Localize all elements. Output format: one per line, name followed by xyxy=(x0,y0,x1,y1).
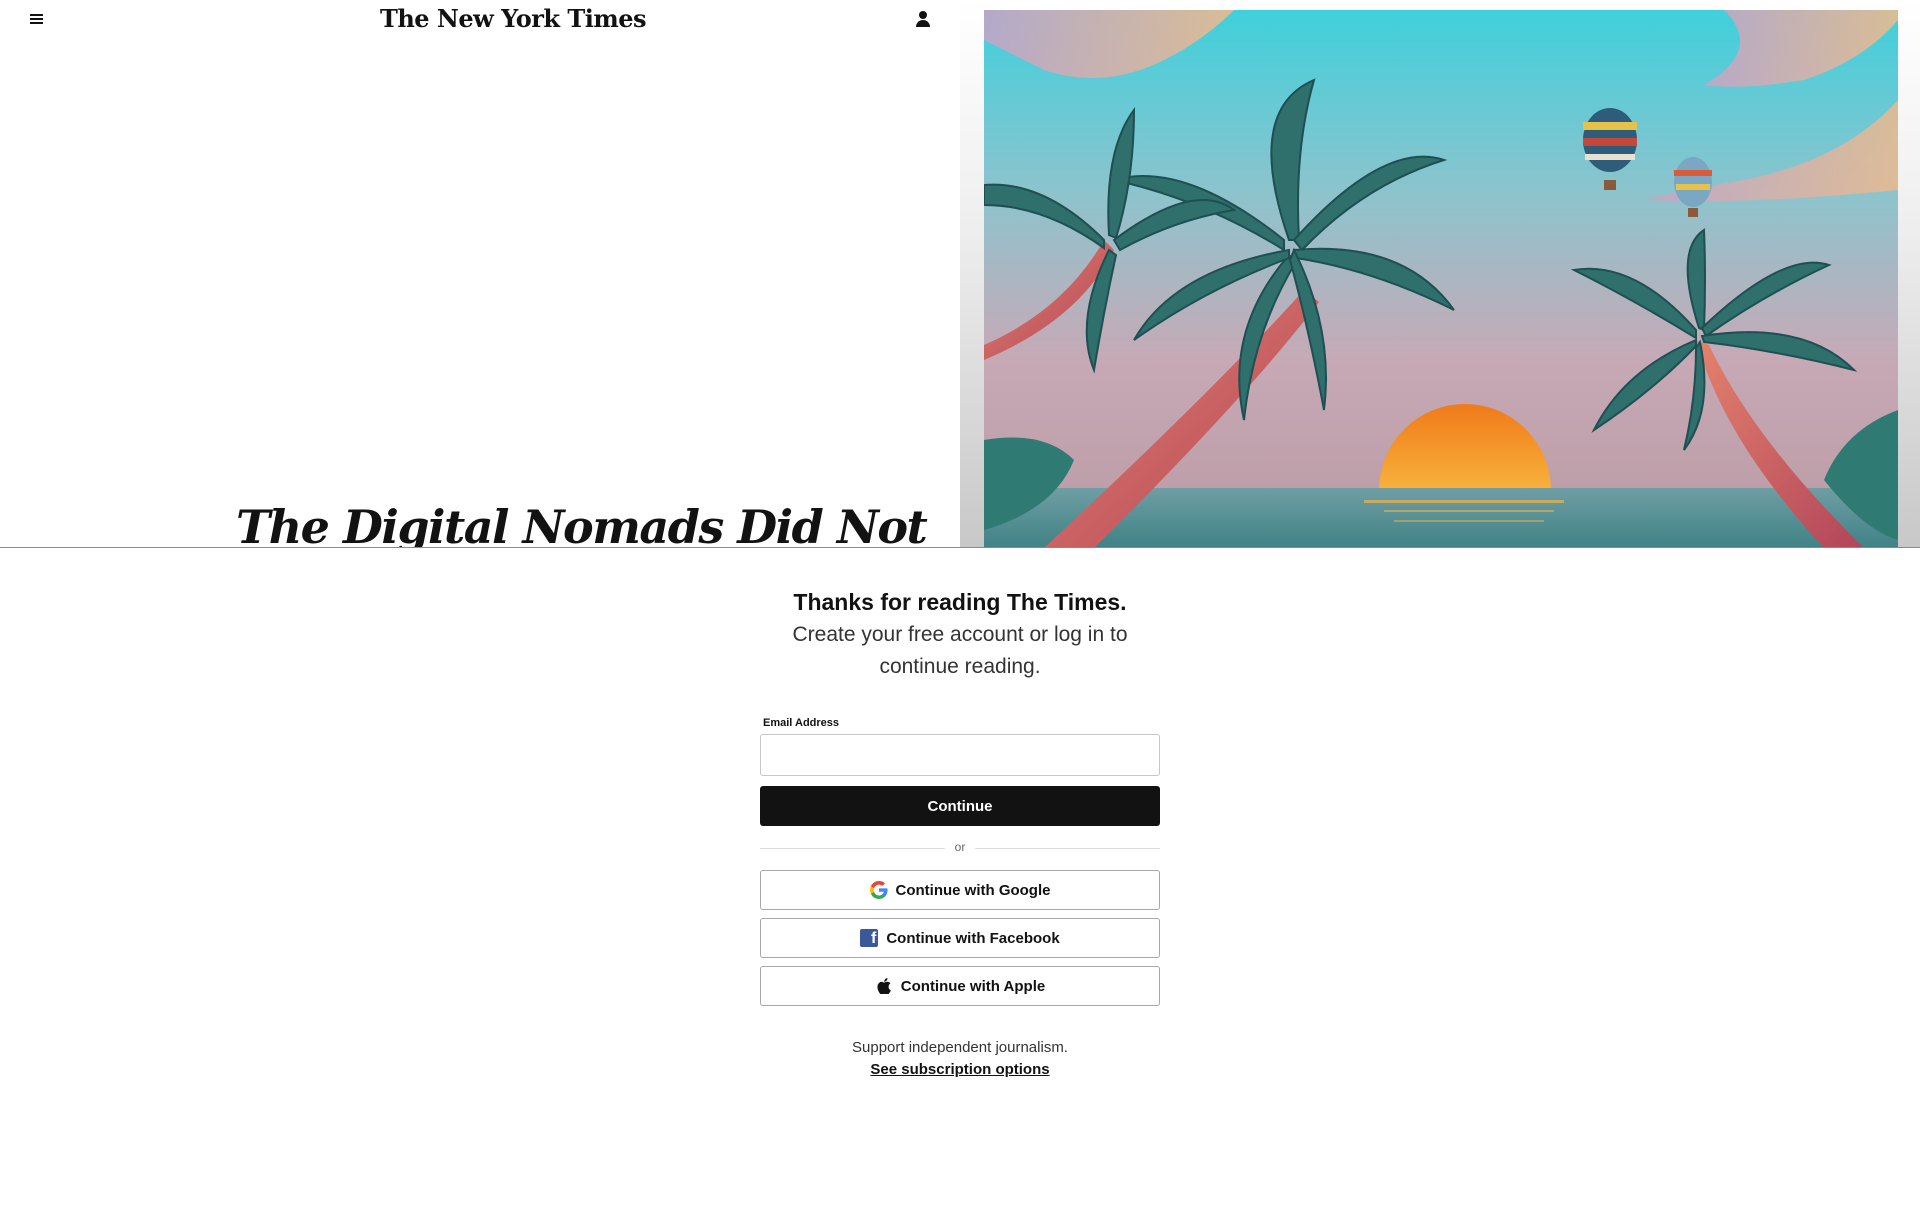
paywall-subtitle: Create your free account or log in to co… xyxy=(792,623,1128,678)
apple-button-label: Continue with Apple xyxy=(900,977,1046,995)
email-label: Email Address xyxy=(763,717,840,729)
support-text: Support independent journalism. xyxy=(852,1039,1068,1056)
menu-button[interactable] xyxy=(28,12,46,26)
google-button-label: Continue with Google xyxy=(895,881,1051,899)
apple-icon xyxy=(875,977,893,995)
subscription-options-link[interactable]: See subscription options xyxy=(0,1061,1920,1078)
nyt-logo[interactable]: The New York Times xyxy=(380,4,647,33)
facebook-button-label: Continue with Facebook xyxy=(886,929,1060,947)
hero-image xyxy=(984,10,1898,548)
or-text: or xyxy=(954,840,966,854)
continue-with-apple-button[interactable]: Continue with Apple xyxy=(760,966,1160,1006)
paywall-modal: Thanks for reading The Times. Create you… xyxy=(0,547,1920,1213)
or-divider: or xyxy=(760,838,1160,858)
email-field[interactable] xyxy=(760,734,1160,776)
article-headline: The Digital Nomads Did Not xyxy=(236,500,928,554)
continue-with-google-button[interactable]: Continue with Google xyxy=(760,870,1160,910)
paywall-title: Thanks for reading The Times. xyxy=(793,589,1127,615)
person-icon xyxy=(919,11,927,19)
continue-button[interactable]: Continue xyxy=(760,786,1160,826)
continue-with-facebook-button[interactable]: f Continue with Facebook xyxy=(760,918,1160,958)
google-icon xyxy=(869,881,888,899)
facebook-icon: f xyxy=(860,929,879,947)
account-button[interactable] xyxy=(914,10,932,30)
